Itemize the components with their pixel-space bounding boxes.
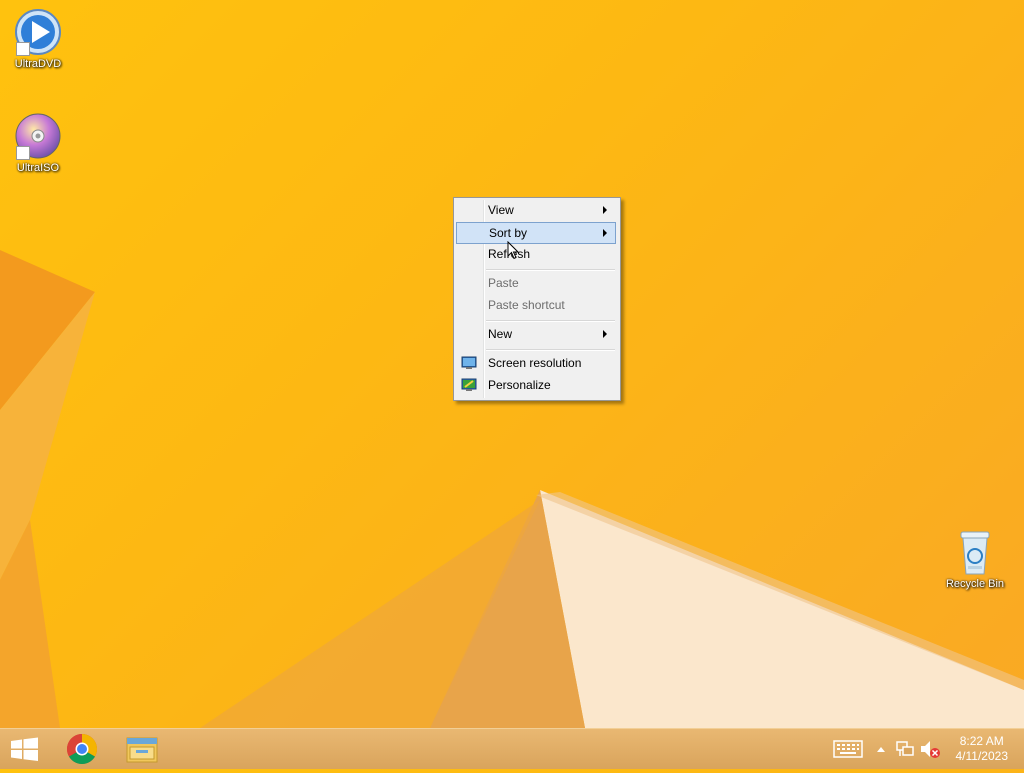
personalize-icon	[461, 377, 477, 393]
menu-separator	[486, 349, 615, 351]
clock-time: 8:22 AM	[959, 734, 1004, 748]
menu-item-paste-shortcut: Paste shortcut	[457, 295, 615, 315]
ultradvd-icon	[14, 8, 62, 56]
desktop-icon-label: UltraDVD	[14, 58, 62, 70]
ultraiso-icon	[14, 112, 62, 160]
show-hidden-icons-button[interactable]	[872, 729, 890, 769]
desktop-icon-recycle-bin[interactable]: Recycle Bin	[937, 528, 1013, 591]
menu-item-label: Personalize	[488, 378, 551, 392]
menu-item-label: Paste	[488, 276, 519, 290]
file-explorer-icon	[126, 737, 158, 763]
taskbar-file-explorer-button[interactable]	[114, 729, 170, 769]
menu-item-personalize[interactable]: Personalize	[457, 375, 615, 395]
desktop-icon-ultraiso[interactable]: UltraISO	[0, 112, 76, 175]
submenu-arrow-icon	[603, 330, 607, 338]
menu-item-screen-resolution[interactable]: Screen resolution	[457, 353, 615, 373]
network-icon	[896, 741, 914, 756]
start-button[interactable]	[0, 729, 56, 769]
touch-keyboard-button[interactable]	[832, 729, 864, 769]
desktop-context-menu: View Sort by Refresh Paste Paste shortcu…	[453, 197, 621, 401]
menu-item-refresh[interactable]: Refresh	[457, 244, 615, 264]
menu-item-label: View	[488, 203, 514, 217]
taskbar-clock[interactable]: 8:22 AM 4/11/2023	[956, 734, 1009, 764]
submenu-arrow-icon	[603, 206, 607, 214]
volume-button[interactable]	[918, 729, 942, 769]
windows-logo-icon	[11, 737, 38, 761]
taskbar-chrome-button[interactable]	[54, 729, 110, 769]
chrome-icon	[66, 734, 98, 765]
monitor-icon	[461, 355, 477, 371]
keyboard-icon	[833, 740, 863, 758]
show-hidden-icons-chevron	[877, 747, 885, 752]
menu-item-label: Screen resolution	[488, 356, 582, 370]
volume-muted-icon	[921, 741, 940, 758]
menu-separator	[486, 269, 615, 271]
menu-item-new[interactable]: New	[457, 324, 615, 344]
menu-item-sort-by[interactable]: Sort by	[456, 222, 616, 244]
menu-item-view[interactable]: View	[457, 200, 615, 220]
shortcut-arrow-icon	[16, 146, 30, 160]
menu-separator	[486, 320, 615, 322]
desktop-icon-label: Recycle Bin	[945, 578, 1005, 590]
menu-item-label: Paste shortcut	[488, 298, 565, 312]
desktop-icon-label: UltraISO	[16, 162, 60, 174]
menu-item-paste: Paste	[457, 273, 615, 293]
mouse-cursor-icon	[507, 241, 519, 260]
menu-item-label: Sort by	[489, 226, 528, 240]
network-button[interactable]	[894, 729, 916, 769]
desktop-icon-ultradvd[interactable]: UltraDVD	[0, 8, 76, 71]
menu-item-label: New	[488, 327, 513, 341]
desktop[interactable]: UltraDVD UltraISO Recycle Bin View Sort …	[0, 0, 1024, 728]
submenu-arrow-icon	[603, 229, 607, 237]
recycle-bin-icon	[951, 528, 999, 576]
taskbar: 8:22 AM 4/11/2023	[0, 728, 1024, 769]
clock-date: 4/11/2023	[955, 749, 1009, 763]
shortcut-arrow-icon	[16, 42, 30, 56]
